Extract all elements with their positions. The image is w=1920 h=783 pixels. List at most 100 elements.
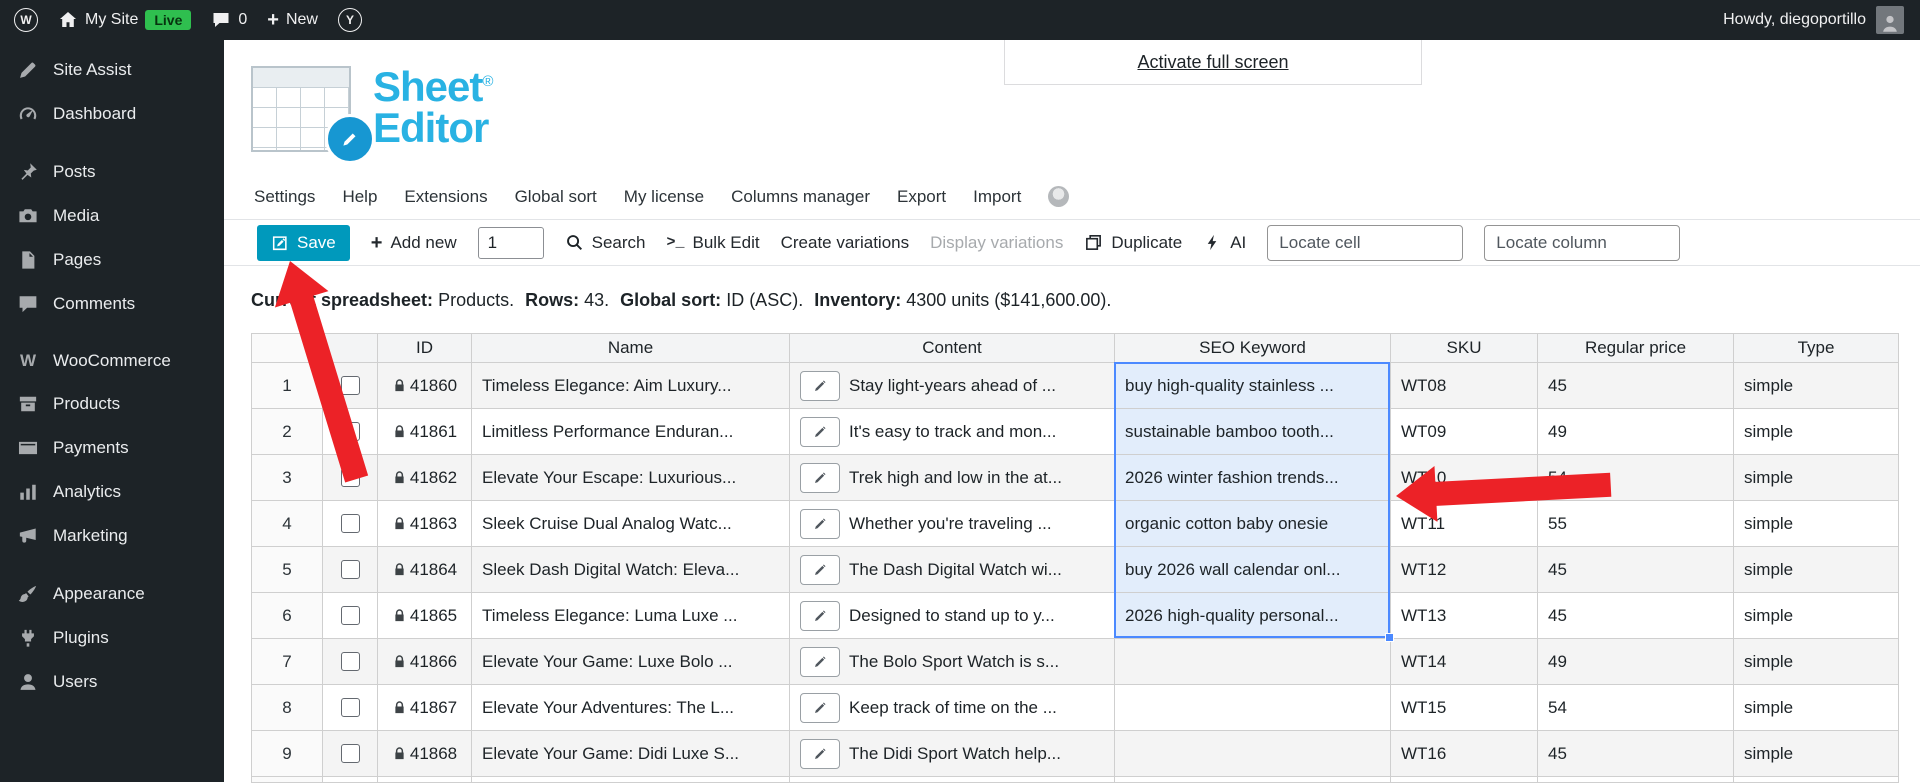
admin-bar-comments[interactable]: 0: [211, 10, 247, 30]
add-new-count-input[interactable]: [477, 226, 544, 259]
cell-id[interactable]: 41863: [378, 501, 472, 547]
cell-content[interactable]: The Didi Sport Watch help...: [790, 731, 1115, 777]
sidebar-item-woocommerce[interactable]: W WooCommerce: [0, 340, 224, 382]
cell-id[interactable]: 41866: [378, 639, 472, 685]
cell-id[interactable]: 41864: [378, 547, 472, 593]
menu-item-import[interactable]: Import: [973, 187, 1021, 207]
sidebar-item-payments[interactable]: Payments: [0, 426, 224, 470]
cell-id[interactable]: 41860: [378, 363, 472, 409]
cell-id[interactable]: 41865: [378, 593, 472, 639]
cell-seo-keyword[interactable]: 2026 winter fashion trends...: [1115, 455, 1391, 501]
cell-type[interactable]: simple: [1734, 547, 1899, 593]
cell-name[interactable]: Elevate Your Game: Didi Luxe S...: [472, 731, 790, 777]
row-checkbox[interactable]: [340, 698, 360, 717]
locate-column-input[interactable]: [1484, 224, 1681, 261]
cell-name[interactable]: Elevate Your Adventures: The L...: [472, 685, 790, 731]
sidebar-item-appearance[interactable]: Appearance: [0, 572, 224, 616]
row-number[interactable]: 4: [252, 501, 323, 547]
cell-name[interactable]: Timeless Elegance: Aim Luxury...: [472, 363, 790, 409]
edit-content-button[interactable]: [800, 554, 840, 585]
row-number[interactable]: 9: [252, 731, 323, 777]
cell-type[interactable]: simple: [1734, 455, 1899, 501]
cell-seo-keyword[interactable]: [1115, 731, 1391, 777]
cell-regular-price[interactable]: 45: [1538, 363, 1734, 409]
sidebar-item-analytics[interactable]: Analytics: [0, 470, 224, 514]
row-number[interactable]: 6: [252, 593, 323, 639]
cell-seo-keyword[interactable]: buy high-quality stainless ...: [1115, 363, 1391, 409]
cell-id[interactable]: 41868: [378, 731, 472, 777]
cell-name[interactable]: Sleek Cruise Dual Analog Watc...: [472, 501, 790, 547]
sidebar-item-products[interactable]: Products: [0, 382, 224, 426]
column-header-name[interactable]: Name: [472, 334, 790, 363]
cell-regular-price[interactable]: 45: [1538, 731, 1734, 777]
cell-seo-keyword[interactable]: buy 2026 wall calendar onl...: [1115, 547, 1391, 593]
row-checkbox[interactable]: [340, 652, 360, 671]
cell-content[interactable]: Keep track of time on the ...: [790, 685, 1115, 731]
sidebar-item-dashboard[interactable]: Dashboard: [0, 92, 224, 136]
cell-type[interactable]: simple: [1734, 685, 1899, 731]
sidebar-item-pages[interactable]: Pages: [0, 238, 224, 282]
cell-content[interactable]: It's easy to track and mon...: [790, 409, 1115, 455]
cell-sku[interactable]: WT08: [1391, 363, 1538, 409]
edit-content-button[interactable]: [800, 692, 840, 723]
row-checkbox[interactable]: [340, 514, 360, 533]
edit-content-button[interactable]: [800, 462, 840, 493]
cell-regular-price[interactable]: 45: [1538, 593, 1734, 639]
edit-content-button[interactable]: [800, 370, 840, 401]
cell-regular-price[interactable]: 55: [1538, 501, 1734, 547]
column-header-regular-price[interactable]: Regular price: [1538, 334, 1734, 363]
row-checkbox[interactable]: [340, 422, 360, 441]
cell-content[interactable]: Designed to stand up to y...: [790, 593, 1115, 639]
cell-sku[interactable]: WT14: [1391, 639, 1538, 685]
cell-type[interactable]: simple: [1734, 409, 1899, 455]
sidebar-item-comments[interactable]: Comments: [0, 282, 224, 326]
admin-bar-site[interactable]: My Site Live: [58, 10, 192, 30]
menu-item-help[interactable]: Help: [342, 187, 377, 207]
cell-type[interactable]: simple: [1734, 731, 1899, 777]
cell-seo-keyword[interactable]: 2026 high-quality personal...: [1115, 593, 1391, 639]
column-header-type[interactable]: Type: [1734, 334, 1899, 363]
cell-seo-keyword[interactable]: [1115, 685, 1391, 731]
cell-content[interactable]: Whether you're traveling ...: [790, 501, 1115, 547]
cell-id[interactable]: 41867: [378, 685, 472, 731]
row-number[interactable]: 8: [252, 685, 323, 731]
row-number[interactable]: 1: [252, 363, 323, 409]
menu-item-export[interactable]: Export: [897, 187, 946, 207]
cell-regular-price[interactable]: 54: [1538, 685, 1734, 731]
sidebar-item-site-assist[interactable]: Site Assist: [0, 48, 224, 92]
cell-sku[interactable]: WT15: [1391, 685, 1538, 731]
cell-name[interactable]: Elevate Your Escape: Luxurious...: [472, 455, 790, 501]
cell-content[interactable]: Stay light-years ahead of ...: [790, 363, 1115, 409]
menu-item-extensions[interactable]: Extensions: [404, 187, 487, 207]
admin-bar-new[interactable]: + New: [267, 10, 318, 30]
cell-type[interactable]: simple: [1734, 501, 1899, 547]
create-variations-button[interactable]: Create variations: [781, 233, 910, 253]
sidebar-item-users[interactable]: Users: [0, 660, 224, 704]
cell-seo-keyword[interactable]: sustainable bamboo tooth...: [1115, 409, 1391, 455]
bulk-edit-button[interactable]: >_ Bulk Edit: [666, 233, 759, 253]
cell-content[interactable]: Trek high and low in the at...: [790, 455, 1115, 501]
menu-item-columns-manager[interactable]: Columns manager: [731, 187, 870, 207]
cell-regular-price[interactable]: 54: [1538, 455, 1734, 501]
wordpress-logo-icon[interactable]: W: [14, 8, 38, 32]
cell-sku[interactable]: WT09: [1391, 409, 1538, 455]
cell-sku[interactable]: WT13: [1391, 593, 1538, 639]
yoast-icon[interactable]: Y: [337, 8, 362, 32]
select-all-header[interactable]: [323, 334, 378, 363]
row-number[interactable]: 5: [252, 547, 323, 593]
row-checkbox[interactable]: [340, 376, 360, 395]
cell-name[interactable]: Sleek Dash Digital Watch: Eleva...: [472, 547, 790, 593]
cell-sku[interactable]: WT11: [1391, 501, 1538, 547]
column-header-content[interactable]: Content: [790, 334, 1115, 363]
menu-item-settings[interactable]: Settings: [254, 187, 315, 207]
sidebar-item-media[interactable]: Media: [0, 194, 224, 238]
cell-name[interactable]: Limitless Performance Enduran...: [472, 409, 790, 455]
edit-content-button[interactable]: [800, 508, 840, 539]
sidebar-item-posts[interactable]: Posts: [0, 150, 224, 194]
cell-name[interactable]: Timeless Elegance: Luma Luxe ...: [472, 593, 790, 639]
ai-button[interactable]: AI: [1203, 233, 1246, 253]
cell-sku[interactable]: WT10: [1391, 455, 1538, 501]
row-number[interactable]: 7: [252, 639, 323, 685]
cell-content[interactable]: The Dash Digital Watch wi...: [790, 547, 1115, 593]
cell-sku[interactable]: WT12: [1391, 547, 1538, 593]
